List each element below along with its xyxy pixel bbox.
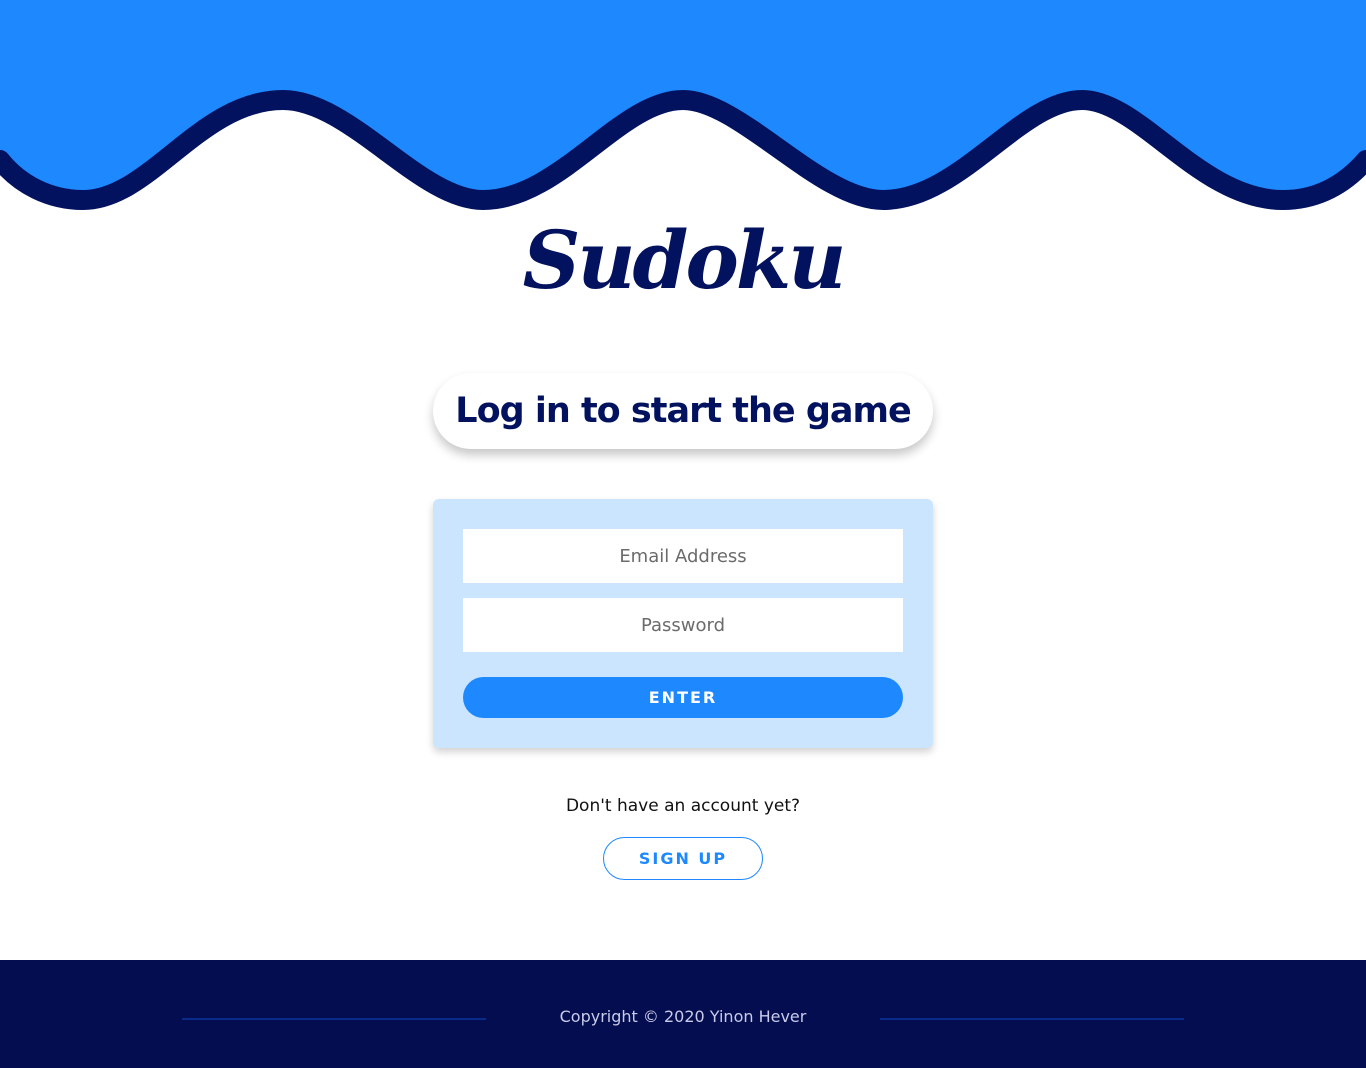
copyright-text: Copyright © 2020 Yinon Hever — [559, 1007, 807, 1026]
email-field[interactable] — [463, 529, 903, 583]
signup-prompt: Don't have an account yet? — [565, 796, 801, 816]
footer: Copyright © 2020 Yinon Hever — [0, 960, 1366, 1068]
footer-divider-right — [880, 1018, 1184, 1020]
enter-button[interactable]: ENTER — [463, 677, 903, 718]
wave-header — [0, 0, 1366, 211]
headline-pill: Log in to start the game — [433, 373, 933, 449]
sudoku-logo: Sudoku — [522, 213, 847, 307]
login-form: ENTER — [433, 499, 933, 748]
login-page: Sudoku Log in to start the game ENTER Do… — [0, 0, 1366, 1068]
sign-up-button[interactable]: SIGN UP — [603, 837, 763, 880]
password-field[interactable] — [463, 598, 903, 652]
page-title: Log in to start the game — [455, 391, 911, 431]
